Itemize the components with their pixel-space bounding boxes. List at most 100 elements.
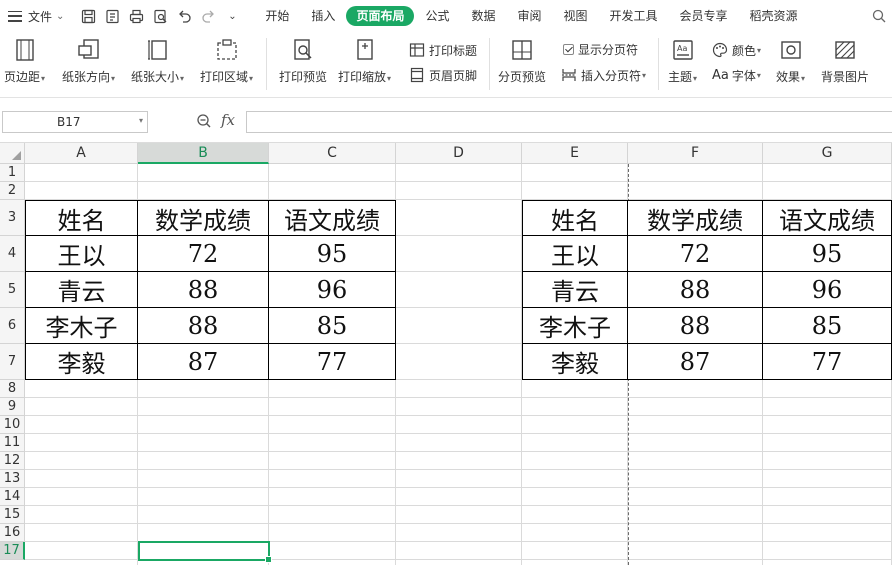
column-header-g[interactable]: G: [763, 143, 892, 164]
theme-button[interactable]: Aa 主题▾: [668, 32, 697, 86]
customize-quick-access-icon[interactable]: ⌄: [224, 8, 240, 24]
redo-icon[interactable]: [200, 8, 216, 24]
worksheet[interactable]: ABCDEFG 1 2 3 4 5 6 7 8 9 10 11 12 13 14 15 16 17 姓名 数学成绩…: [0, 143, 892, 565]
column-header-a[interactable]: A: [25, 143, 138, 164]
column-header-b[interactable]: B: [138, 143, 269, 164]
zoom-icon[interactable]: [196, 113, 212, 132]
export-pdf-icon[interactable]: [104, 8, 120, 24]
row-header-13[interactable]: 13: [0, 470, 25, 488]
row-header-17[interactable]: 17: [0, 542, 25, 560]
row-header-1[interactable]: 1: [0, 164, 25, 182]
row-header-7[interactable]: 7: [0, 344, 25, 380]
table-cell[interactable]: 李毅: [26, 344, 138, 380]
colors-button[interactable]: 颜色 ▾: [712, 40, 761, 60]
print-area-button[interactable]: 打印区域▾: [200, 32, 253, 86]
undo-icon[interactable]: [176, 8, 192, 24]
table-cell[interactable]: 87: [628, 344, 763, 380]
table-cell[interactable]: 77: [763, 344, 892, 380]
tab-page-layout[interactable]: 页面布局: [346, 6, 415, 26]
table-header-cell[interactable]: 数学成绩: [138, 201, 269, 236]
row-header-6[interactable]: 6: [0, 308, 25, 344]
tab-view[interactable]: 视图: [553, 6, 599, 26]
print-icon[interactable]: [128, 8, 144, 24]
select-all-corner[interactable]: [0, 143, 25, 164]
fonts-button[interactable]: Aa 字体 ▾: [712, 65, 761, 85]
column-header-e[interactable]: E: [522, 143, 628, 164]
table-cell[interactable]: 95: [269, 236, 396, 272]
table-cell[interactable]: 77: [269, 344, 396, 380]
tab-insert[interactable]: 插入: [300, 6, 346, 26]
table-header-cell[interactable]: 数学成绩: [628, 201, 763, 236]
table-cell[interactable]: 88: [628, 308, 763, 344]
print-preview-icon[interactable]: [152, 8, 168, 24]
active-cell-selection[interactable]: [138, 541, 272, 563]
row-header-15[interactable]: 15: [0, 506, 25, 524]
table-header-cell[interactable]: 姓名: [523, 201, 628, 236]
chevron-down-icon[interactable]: ⌄: [56, 11, 64, 22]
row-header-12[interactable]: 12: [0, 452, 25, 470]
tab-developer[interactable]: 开发工具: [599, 6, 669, 26]
formula-input[interactable]: [246, 111, 892, 133]
row-header-16[interactable]: 16: [0, 524, 25, 542]
table-cell[interactable]: 青云: [523, 272, 628, 308]
print-preview-button[interactable]: 打印预览: [279, 32, 327, 84]
table-header-cell[interactable]: 语文成绩: [269, 201, 396, 236]
row-header-5[interactable]: 5: [0, 272, 25, 308]
table-cell[interactable]: 88: [628, 272, 763, 308]
table-cell[interactable]: 96: [269, 272, 396, 308]
table-cell[interactable]: 李毅: [523, 344, 628, 380]
page-break-preview-button[interactable]: 分页预览: [498, 32, 546, 84]
row-header-8[interactable]: 8: [0, 380, 25, 398]
insert-function-button[interactable]: fx: [221, 111, 235, 129]
paper-size-button[interactable]: 纸张大小▾: [131, 32, 184, 86]
row-header-2[interactable]: 2: [0, 182, 25, 200]
name-box[interactable]: B17 ▾: [2, 111, 148, 133]
save-icon[interactable]: [80, 8, 96, 24]
table-cell[interactable]: 87: [138, 344, 269, 380]
table-cell[interactable]: 李木子: [26, 308, 138, 344]
row-header-11[interactable]: 11: [0, 434, 25, 452]
print-titles-button[interactable]: 打印标题: [409, 40, 477, 60]
row-header-10[interactable]: 10: [0, 416, 25, 434]
column-header-d[interactable]: D: [396, 143, 522, 164]
table-cell[interactable]: 李木子: [523, 308, 628, 344]
chevron-down-icon[interactable]: ▾: [139, 116, 143, 125]
table-cell[interactable]: 85: [269, 308, 396, 344]
checkbox-checked-icon[interactable]: [563, 43, 574, 55]
orientation-button[interactable]: 纸张方向▾: [62, 32, 115, 86]
table-cell[interactable]: 96: [763, 272, 892, 308]
table-header-cell[interactable]: 姓名: [26, 201, 138, 236]
file-menu[interactable]: 文件: [28, 8, 52, 25]
table-cell[interactable]: 72: [628, 236, 763, 272]
header-footer-button[interactable]: 页眉页脚: [409, 65, 477, 85]
table-cell[interactable]: 88: [138, 272, 269, 308]
table-cell[interactable]: 88: [138, 308, 269, 344]
column-header-f[interactable]: F: [628, 143, 763, 164]
table-cell[interactable]: 72: [138, 236, 269, 272]
tab-docer-resources[interactable]: 稻壳资源: [739, 6, 809, 26]
tab-member[interactable]: 会员专享: [669, 6, 739, 26]
hamburger-menu-icon[interactable]: [8, 10, 22, 22]
row-header-9[interactable]: 9: [0, 398, 25, 416]
search-icon[interactable]: [872, 9, 886, 26]
table-cell[interactable]: 王以: [26, 236, 138, 272]
effects-button[interactable]: 效果▾: [776, 32, 805, 86]
tab-review[interactable]: 审阅: [506, 6, 552, 26]
table-cell[interactable]: 85: [763, 308, 892, 344]
column-header-c[interactable]: C: [269, 143, 396, 164]
table-cell[interactable]: 95: [763, 236, 892, 272]
row-header-4[interactable]: 4: [0, 236, 25, 272]
tab-home[interactable]: 开始: [254, 6, 300, 26]
insert-page-break-button[interactable]: 插入分页符 ▾: [561, 65, 646, 85]
margins-button[interactable]: 页边距▾: [4, 32, 45, 86]
print-scale-button[interactable]: 打印缩放▾: [338, 32, 391, 86]
row-header-14[interactable]: 14: [0, 488, 25, 506]
table-cell[interactable]: 王以: [523, 236, 628, 272]
row-header-3[interactable]: 3: [0, 200, 25, 236]
tab-data[interactable]: 数据: [460, 6, 506, 26]
show-page-breaks-checkbox[interactable]: 显示分页符: [563, 39, 638, 59]
tab-formulas[interactable]: 公式: [414, 6, 460, 26]
table-header-cell[interactable]: 语文成绩: [763, 201, 892, 236]
table-cell[interactable]: 青云: [26, 272, 138, 308]
background-image-button[interactable]: 背景图片: [821, 32, 869, 84]
